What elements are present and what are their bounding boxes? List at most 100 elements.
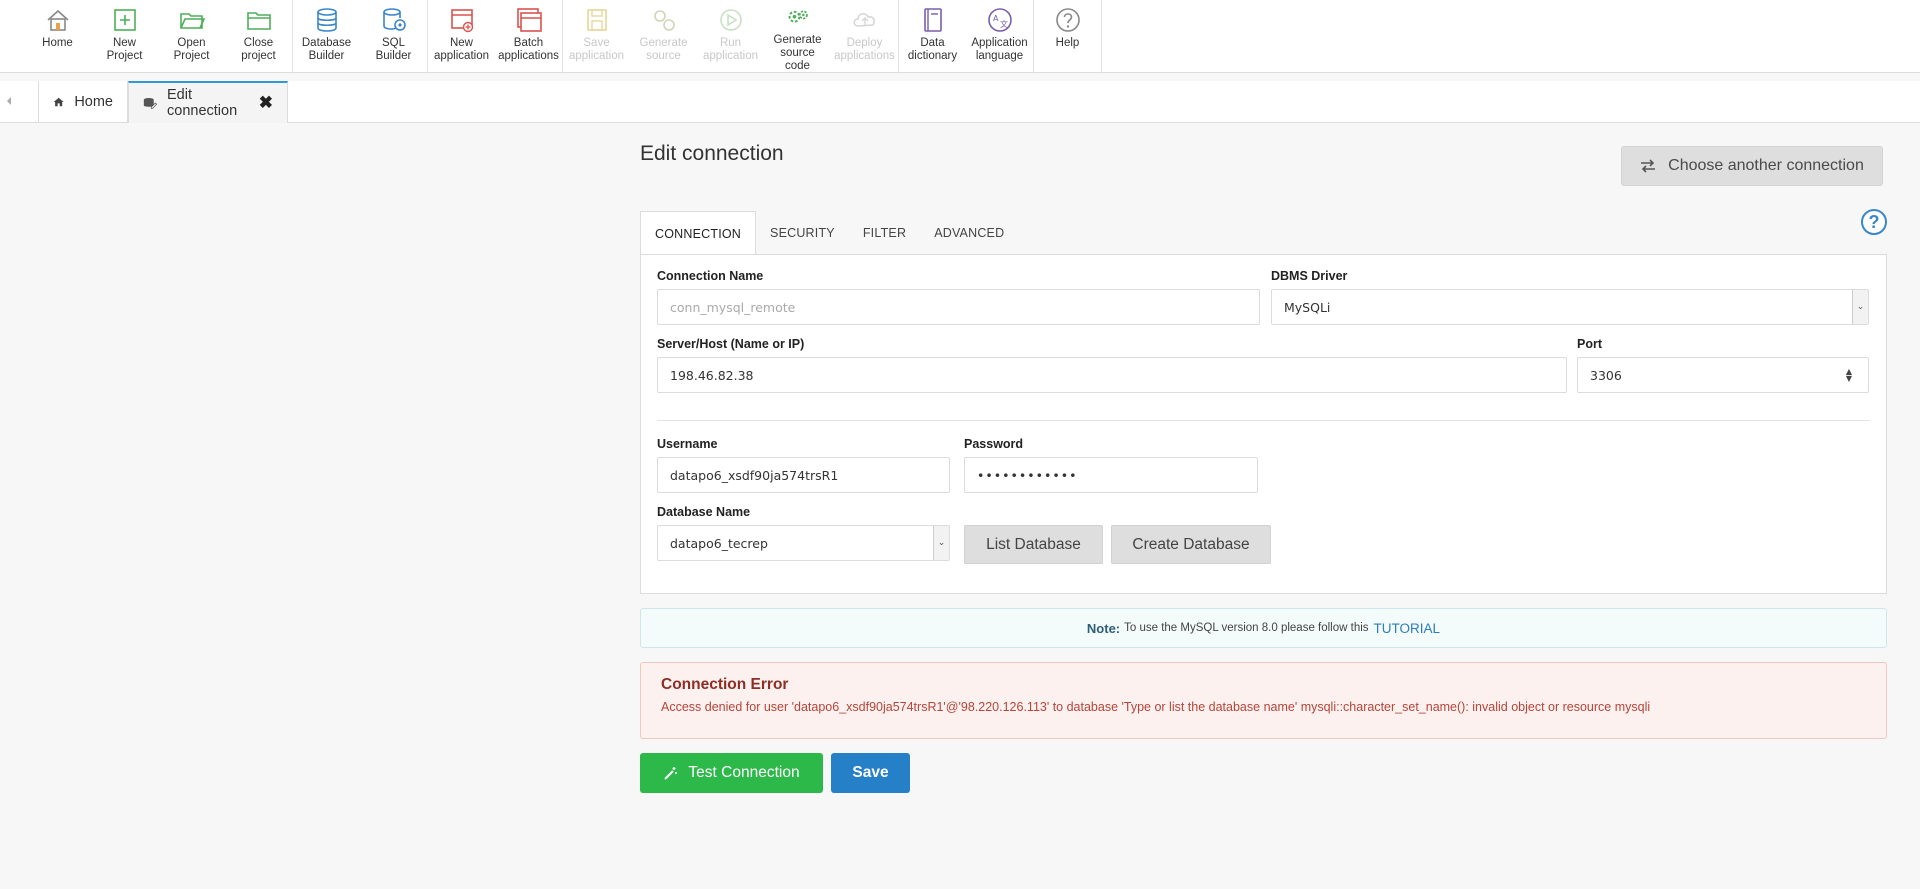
new-application-icon bbox=[450, 9, 473, 33]
sql-builder-icon bbox=[382, 8, 406, 31]
save-application-label: Save application bbox=[569, 37, 624, 62]
tab-connection[interactable]: CONNECTION bbox=[640, 211, 757, 256]
folder-icon bbox=[246, 12, 271, 30]
port-field[interactable]: 3306 ▲ ▼ bbox=[1577, 357, 1869, 393]
tab-home-label: Home bbox=[74, 94, 113, 110]
translate-icon: A文 bbox=[987, 8, 1012, 32]
open-project-button[interactable]: Open Project bbox=[158, 0, 225, 73]
tab-home[interactable]: Home bbox=[38, 81, 128, 123]
generate-source-code-label: Generate source code bbox=[773, 34, 822, 72]
collapse-left-icon[interactable] bbox=[4, 94, 14, 108]
toolbar-group-database: Database Builder SQL Builder bbox=[293, 0, 428, 73]
home-icon bbox=[46, 9, 69, 31]
data-dictionary-label: Data dictionary bbox=[907, 37, 958, 62]
dbms-driver-value: MySQLi bbox=[1284, 299, 1331, 315]
deploy-applications-button[interactable]: Deploy applications bbox=[831, 0, 898, 73]
batch-applications-button[interactable]: Batch applications bbox=[495, 0, 562, 73]
connection-name-field[interactable]: conn_mysql_remote bbox=[657, 289, 1260, 325]
toolbar-group-application: New application Batch applications bbox=[428, 0, 563, 73]
svg-text:A: A bbox=[993, 14, 999, 23]
home-tab-icon bbox=[53, 97, 64, 107]
database-name-value: datapo6_tecrep bbox=[670, 535, 768, 551]
toolbar-group-language: Data dictionary A文 Application language bbox=[899, 0, 1034, 73]
database-name-select[interactable]: datapo6_tecrep ⌄ bbox=[657, 525, 950, 561]
connection-name-label: Connection Name bbox=[657, 269, 764, 283]
book-icon bbox=[923, 8, 942, 32]
port-value: 3306 bbox=[1590, 367, 1622, 383]
svg-text:文: 文 bbox=[1000, 19, 1008, 29]
close-project-label: Close project bbox=[241, 37, 276, 62]
document-tab-bar: Home Edit connection ✖ bbox=[0, 81, 1920, 123]
new-project-button[interactable]: New Project bbox=[91, 0, 158, 73]
toolbar-group-help: Help bbox=[1034, 0, 1102, 73]
database-icon bbox=[316, 8, 337, 32]
new-project-label: New Project bbox=[106, 37, 143, 62]
home-toolbar-label: Home bbox=[42, 37, 73, 49]
open-folder-icon bbox=[179, 13, 205, 29]
generate-source-icon bbox=[653, 10, 675, 31]
tutorial-link[interactable]: TUTORIAL bbox=[1374, 621, 1441, 636]
new-project-icon bbox=[113, 9, 136, 31]
database-edit-icon bbox=[143, 98, 158, 109]
password-field[interactable]: •••••••••••• bbox=[964, 457, 1258, 493]
spinner-arrows-icon[interactable]: ▲ ▼ bbox=[1842, 368, 1856, 383]
sql-builder-label: SQL Builder bbox=[375, 37, 412, 62]
database-name-label: Database Name bbox=[657, 505, 751, 519]
note-text: To use the MySQL version 8.0 please foll… bbox=[1124, 622, 1369, 634]
magic-wand-icon bbox=[664, 766, 678, 780]
gears-icon bbox=[788, 10, 808, 23]
close-project-button[interactable]: Close project bbox=[225, 0, 292, 73]
tab-edit-connection[interactable]: Edit connection ✖ bbox=[128, 81, 288, 123]
form-help-icon[interactable]: ? bbox=[1861, 209, 1887, 235]
username-field[interactable]: datapo6_xsdf90ja574trsR1 bbox=[657, 457, 950, 493]
data-dictionary-button[interactable]: Data dictionary bbox=[899, 0, 966, 73]
open-project-label: Open Project bbox=[173, 37, 210, 62]
tab-advanced[interactable]: ADVANCED bbox=[920, 211, 1018, 255]
chevron-down-icon: ⌄ bbox=[1852, 290, 1868, 324]
tab-filter[interactable]: FILTER bbox=[849, 211, 920, 255]
generate-source-code-button[interactable]: Generate source code bbox=[764, 0, 831, 73]
run-application-label: Run application bbox=[703, 37, 758, 62]
help-toolbar-button[interactable]: Help bbox=[1034, 0, 1101, 73]
toolbar-group-build: Save application Generate source Run app… bbox=[563, 0, 899, 73]
play-icon bbox=[719, 9, 742, 31]
database-builder-button[interactable]: Database Builder bbox=[293, 0, 360, 73]
help-icon bbox=[1055, 8, 1080, 32]
username-label: Username bbox=[657, 437, 718, 451]
new-application-label: New application bbox=[434, 37, 489, 62]
save-application-button[interactable]: Save application bbox=[563, 0, 630, 73]
run-application-button[interactable]: Run application bbox=[697, 0, 764, 73]
home-toolbar-button[interactable]: Home bbox=[24, 0, 91, 73]
database-builder-label: Database Builder bbox=[301, 37, 352, 62]
create-database-button[interactable]: Create Database bbox=[1111, 525, 1271, 564]
tab-edit-connection-label: Edit connection bbox=[167, 87, 238, 119]
form-divider bbox=[657, 420, 1870, 421]
server-host-field[interactable]: 198.46.82.38 bbox=[657, 357, 1567, 393]
close-tab-icon[interactable]: ✖ bbox=[259, 93, 273, 113]
test-connection-label: Test Connection bbox=[688, 764, 800, 781]
generate-source-label: Generate source bbox=[639, 37, 688, 62]
batch-applications-icon bbox=[516, 8, 542, 32]
password-label: Password bbox=[964, 437, 1024, 451]
application-language-label: Application language bbox=[971, 37, 1028, 62]
note-label: Note: bbox=[1086, 620, 1121, 636]
test-connection-button[interactable]: Test Connection bbox=[640, 753, 823, 793]
dbms-driver-select[interactable]: MySQLi ⌄ bbox=[1271, 289, 1869, 325]
sql-builder-button[interactable]: SQL Builder bbox=[360, 0, 427, 73]
new-application-button[interactable]: New application bbox=[428, 0, 495, 73]
save-button[interactable]: Save bbox=[831, 753, 910, 793]
connection-form-panel: Connection Name conn_mysql_remote DBMS D… bbox=[640, 254, 1887, 594]
toolbar-group-project: Home New Project Open Project Close proj… bbox=[24, 0, 293, 73]
server-host-label: Server/Host (Name or IP) bbox=[657, 337, 805, 351]
dbms-driver-label: DBMS Driver bbox=[1271, 269, 1348, 283]
list-database-button[interactable]: List Database bbox=[964, 525, 1103, 564]
page-title: Edit connection bbox=[640, 142, 784, 165]
application-language-button[interactable]: A文 Application language bbox=[966, 0, 1033, 73]
main-toolbar: Home New Project Open Project Close proj… bbox=[0, 0, 1920, 73]
connection-error-alert: Connection Error Access denied for user … bbox=[640, 662, 1887, 739]
error-message: Access denied for user 'datapo6_xsdf90ja… bbox=[661, 700, 1651, 714]
generate-source-button[interactable]: Generate source bbox=[630, 0, 697, 73]
tab-security[interactable]: SECURITY bbox=[756, 211, 849, 255]
error-title: Connection Error bbox=[661, 676, 789, 693]
choose-another-connection-button[interactable]: Choose another connection bbox=[1621, 146, 1883, 186]
